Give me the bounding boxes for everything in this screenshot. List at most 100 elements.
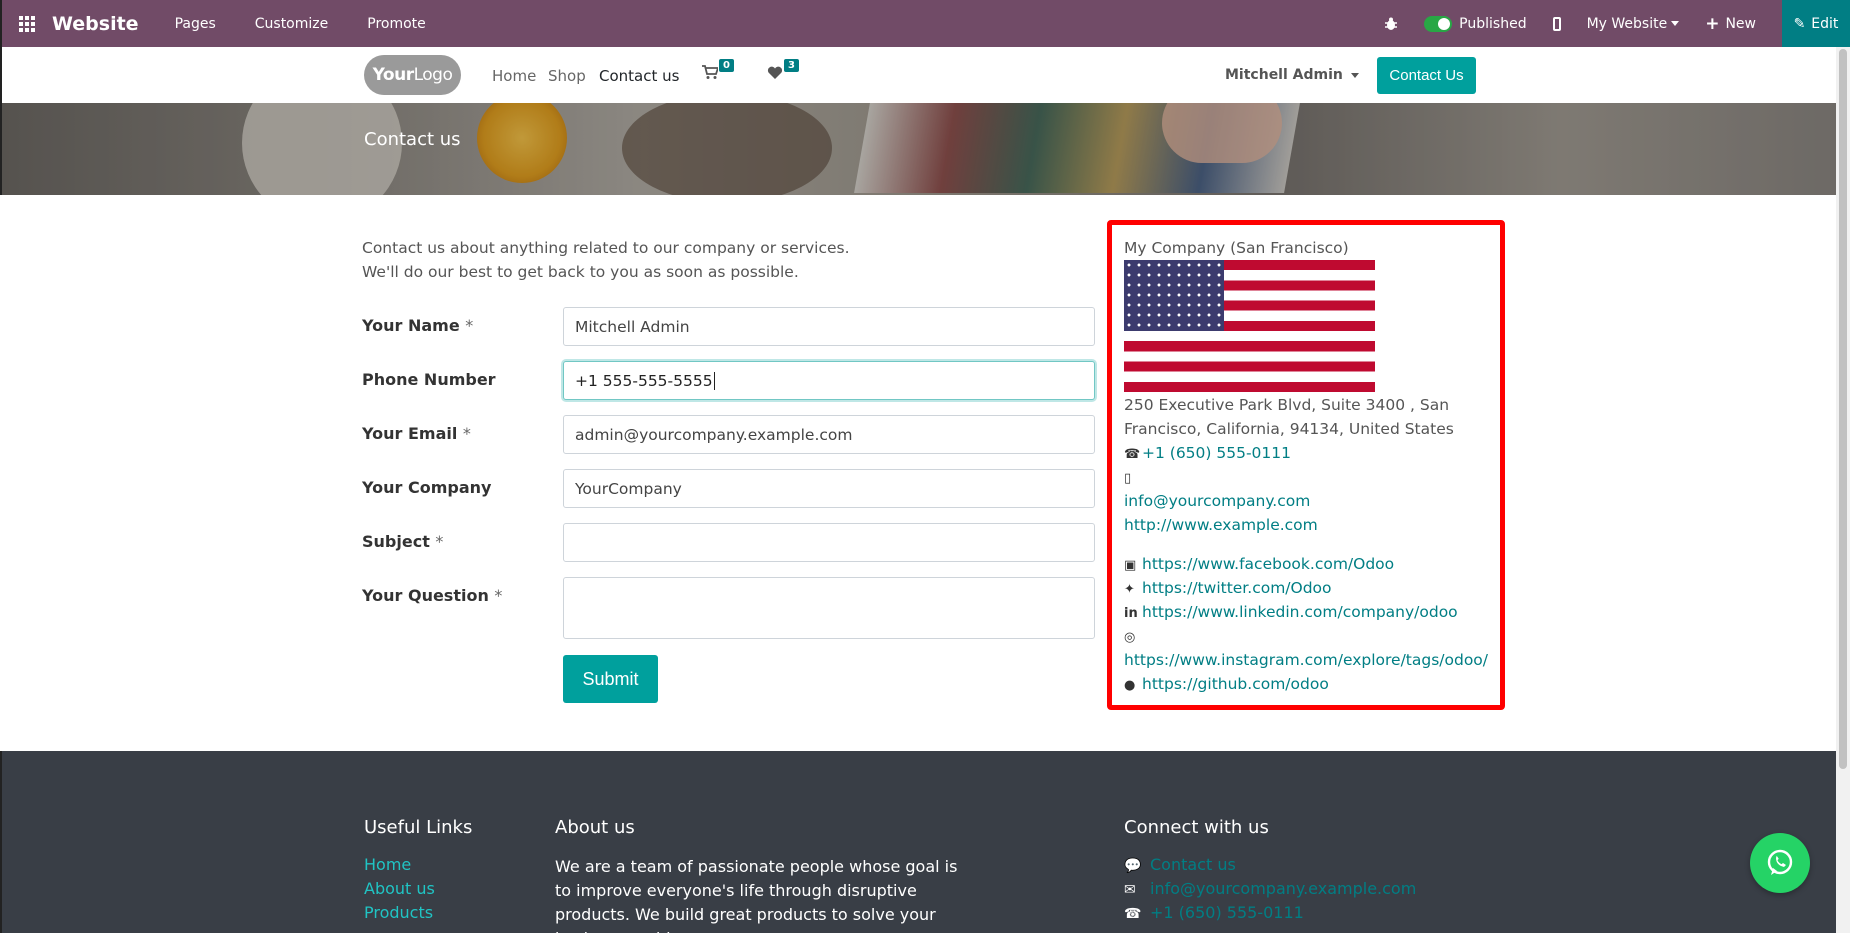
logo-part-2: Logo (413, 65, 453, 85)
wishlist-count-badge: 3 (784, 59, 799, 72)
connect-contact-link[interactable]: Contact us (1150, 855, 1236, 874)
logo-part-1: Your (372, 65, 414, 85)
banner-overlay (2, 103, 1836, 195)
github-link[interactable]: https://github.com/odoo (1142, 675, 1329, 693)
nav-home[interactable]: Home (492, 67, 536, 85)
phone-link[interactable]: +1 (650) 555-0111 (1142, 444, 1291, 462)
phone-icon: ☎ (1124, 906, 1142, 922)
email-input-value: admin@yourcompany.example.com (575, 425, 853, 444)
new-content-button[interactable]: + New (1705, 14, 1756, 34)
facebook-icon: ▣ (1124, 558, 1137, 573)
question-textarea[interactable] (563, 577, 1095, 639)
edit-button[interactable]: ✎ Edit (1782, 0, 1850, 47)
whatsapp-chat-button[interactable] (1750, 833, 1810, 893)
website-link[interactable]: http://www.example.com (1124, 516, 1318, 534)
us-flag-icon (1124, 260, 1375, 392)
wishlist-button[interactable]: 3 (767, 59, 799, 85)
linkedin-link[interactable]: https://www.linkedin.com/company/odoo (1142, 603, 1458, 621)
phone-input-value: +1 555-555-5555 (575, 371, 713, 390)
editor-topbar: Website Pages Customize Promote Publishe… (0, 0, 1850, 47)
instagram-icon: ◎ (1124, 630, 1136, 645)
text-cursor (713, 371, 715, 390)
user-menu[interactable]: Mitchell Admin (1225, 67, 1359, 83)
company-name: My Company (San Francisco) (1124, 239, 1349, 257)
menu-customize[interactable]: Customize (255, 16, 329, 32)
facebook-link[interactable]: https://www.facebook.com/Odoo (1142, 555, 1394, 573)
envelope-icon: ✉ (1124, 882, 1136, 898)
site-logo[interactable]: Your Logo (364, 55, 461, 95)
instagram-link[interactable]: https://www.instagram.com/explore/tags/o… (1124, 651, 1488, 669)
required-mark: * (465, 316, 474, 335)
connect-phone-row: ☎ +1 (650) 555-0111 (1124, 903, 1304, 922)
required-mark: * (494, 586, 503, 605)
phone-label-text: Phone Number (362, 370, 496, 389)
website-switcher-label: My Website (1586, 15, 1668, 32)
caret-down-icon (1350, 72, 1359, 78)
email-label: Your Email * (362, 424, 471, 443)
about-us-title: About us (555, 817, 635, 838)
phone-icon: ☎ (1124, 447, 1141, 462)
caret-down-icon (1671, 21, 1680, 26)
connect-phone-link[interactable]: +1 (650) 555-0111 (1150, 903, 1304, 922)
company-address-card: My Company (San Francisco) 250 Executive… (1107, 220, 1505, 710)
page-title: Contact us (364, 129, 461, 150)
apps-menu-button[interactable] (2, 0, 52, 47)
mobile-row: ▯ (1124, 468, 1142, 486)
contact-us-cta-button[interactable]: Contact Us (1377, 57, 1476, 94)
connect-email-row: ✉ info@yourcompany.example.com (1124, 879, 1416, 898)
footer-link-about-us[interactable]: About us (364, 879, 435, 898)
website-switcher[interactable]: My Website (1587, 16, 1680, 32)
user-name: Mitchell Admin (1225, 67, 1343, 83)
menu-promote[interactable]: Promote (367, 16, 426, 32)
company-input[interactable]: YourCompany (563, 469, 1095, 508)
mobile-icon: ▯ (1124, 471, 1132, 486)
question-label-text: Your Question (362, 586, 489, 605)
linkedin-icon: in (1124, 606, 1138, 621)
phone-input[interactable]: +1 555-555-5555 (563, 361, 1095, 400)
scrollbar-thumb[interactable] (1839, 49, 1847, 769)
site-footer: Useful Links Home About us Products Abou… (0, 751, 1836, 948)
published-toggle[interactable]: Published (1424, 15, 1527, 32)
cart-icon (702, 65, 720, 79)
about-us-text: We are a team of passionate people whose… (555, 857, 958, 948)
cart-button[interactable]: 0 (702, 59, 734, 85)
site-navbar: Your Logo Home Shop Contact us 0 3 Mitche… (0, 47, 1850, 103)
name-input-value: Mitchell Admin (575, 317, 690, 336)
menu-pages[interactable]: Pages (175, 16, 216, 32)
website-row: http://www.example.com (1124, 516, 1318, 534)
submit-button[interactable]: Submit (563, 655, 658, 703)
cart-count-badge: 0 (719, 59, 734, 72)
connect-email-link[interactable]: info@yourcompany.example.com (1150, 879, 1416, 898)
phone-label: Phone Number (362, 370, 496, 389)
new-label: New (1725, 15, 1756, 32)
app-brand[interactable]: Website (52, 13, 139, 35)
footer-link-home[interactable]: Home (364, 855, 411, 874)
heart-icon (767, 66, 783, 79)
twitter-link[interactable]: https://twitter.com/Odoo (1142, 579, 1332, 597)
company-label: Your Company (362, 478, 491, 497)
pencil-icon: ✎ (1793, 15, 1806, 32)
useful-links-title: Useful Links (364, 817, 473, 838)
subject-input[interactable] (563, 523, 1095, 562)
debug-bug-icon[interactable] (1384, 17, 1398, 31)
required-mark: * (435, 532, 444, 551)
address-line-1: 250 Executive Park Blvd, Suite 3400 , Sa… (1124, 396, 1450, 414)
nav-shop[interactable]: Shop (548, 67, 586, 85)
email-link[interactable]: info@yourcompany.com (1124, 492, 1310, 510)
nav-contact-us[interactable]: Contact us (599, 67, 679, 85)
connect-contact-row: 💬 Contact us (1124, 855, 1236, 874)
toggle-switch-icon (1424, 15, 1453, 32)
github-row: ● https://github.com/odoo (1124, 675, 1329, 693)
mobile-preview-button[interactable] (1552, 16, 1561, 31)
intro-line-1: Contact us about anything related to our… (362, 239, 850, 257)
edit-label: Edit (1811, 15, 1839, 32)
email-input[interactable]: admin@yourcompany.example.com (563, 415, 1095, 454)
name-label-text: Your Name (362, 316, 460, 335)
instagram-link-row: https://www.instagram.com/explore/tags/o… (1124, 651, 1488, 669)
page-scrollbar[interactable] (1836, 47, 1850, 933)
footer-link-products[interactable]: Products (364, 903, 433, 922)
name-input[interactable]: Mitchell Admin (563, 307, 1095, 346)
published-label: Published (1459, 15, 1527, 32)
subject-label: Subject * (362, 532, 443, 551)
plus-icon: + (1705, 13, 1720, 34)
